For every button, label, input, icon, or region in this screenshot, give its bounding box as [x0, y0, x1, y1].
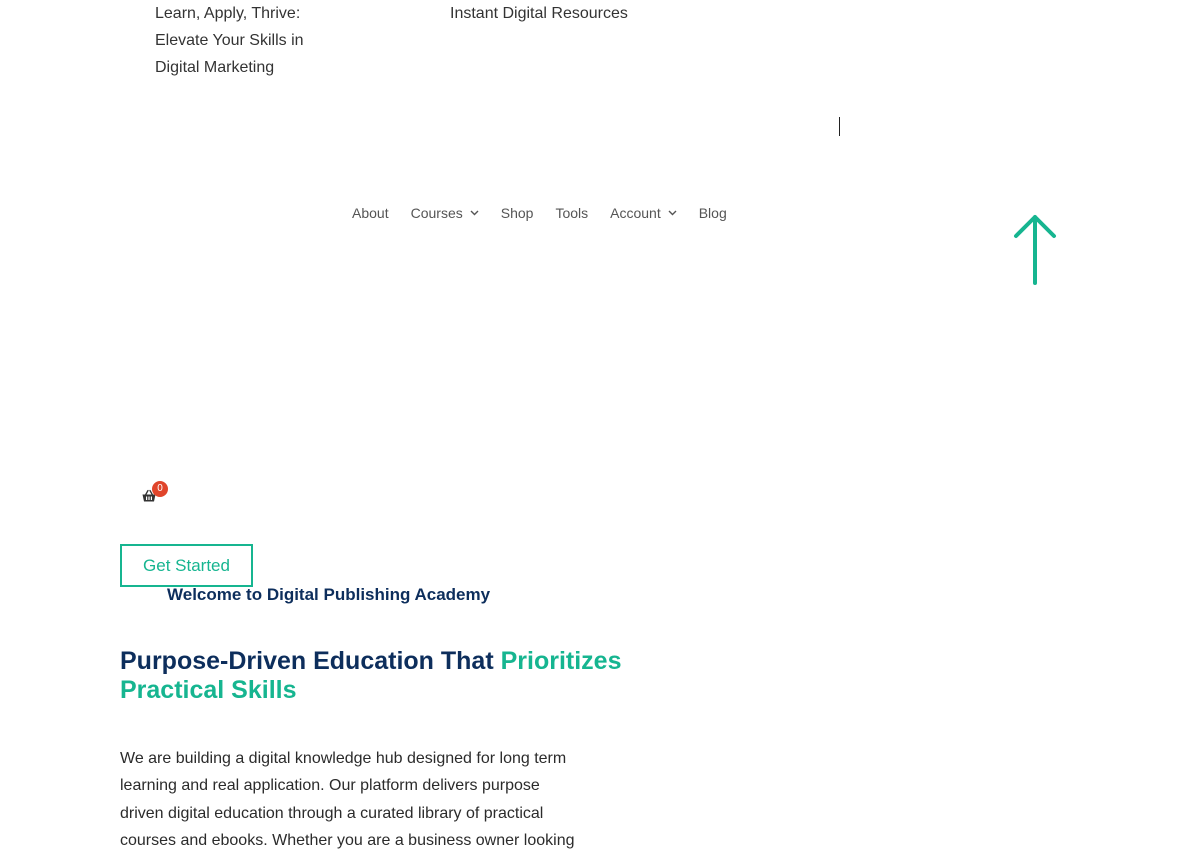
intro-paragraph: We are building a digital knowledge hub …	[120, 745, 620, 850]
nav-item-courses[interactable]: Courses	[411, 205, 479, 221]
nav-item-label: Blog	[698, 205, 727, 221]
page-headline: Purpose-Driven Education That Prioritize…	[120, 647, 640, 705]
tagline-line: Digital Marketing	[155, 59, 275, 76]
nav-item-tools[interactable]: Tools	[555, 205, 588, 221]
get-started-button[interactable]: Get Started	[120, 544, 253, 587]
tagline-line: Elevate Your Skills in	[155, 32, 304, 49]
resources-label: Instant Digital Resources	[450, 5, 628, 22]
welcome-heading: Welcome to Digital Publishing Academy	[167, 585, 491, 604]
tagline-line: Learn, Apply, Thrive:	[155, 5, 301, 22]
page: Learn, Apply, Thrive: Elevate Your Skill…	[0, 0, 1200, 850]
nav-item-label: Tools	[555, 205, 589, 221]
nav-item-about[interactable]: About	[352, 205, 389, 221]
nav-item-label: About	[352, 205, 389, 221]
nav-item-label: Courses	[410, 205, 463, 221]
nav-item-label: Shop	[500, 205, 534, 221]
headline-main: Purpose-Driven Education That	[120, 647, 501, 675]
intro-line: courses and ebooks. Whether you are a bu…	[120, 831, 575, 849]
intro-line: We are building a digital knowledge hub …	[120, 750, 567, 767]
nav-item-shop[interactable]: Shop	[501, 205, 534, 221]
nav-item-blog[interactable]: Blog	[699, 205, 727, 221]
cart-count-badge: 0	[152, 481, 168, 497]
arrow-up-icon	[1014, 215, 1056, 285]
intro-line: driven digital education through a curat…	[120, 804, 544, 822]
intro-line: learning and real application. Our platf…	[120, 777, 540, 795]
chevron-down-icon	[668, 210, 677, 216]
chevron-down-icon	[470, 210, 479, 216]
site-tagline: Learn, Apply, Thrive: Elevate Your Skill…	[155, 0, 355, 81]
nav-item-account[interactable]: Account	[610, 205, 677, 221]
scroll-to-top-button[interactable]	[1012, 212, 1058, 293]
nav-item-label: Account	[610, 205, 661, 221]
main-nav: About Courses Shop Tools Account Blog	[352, 205, 727, 221]
text-caret	[839, 117, 840, 136]
